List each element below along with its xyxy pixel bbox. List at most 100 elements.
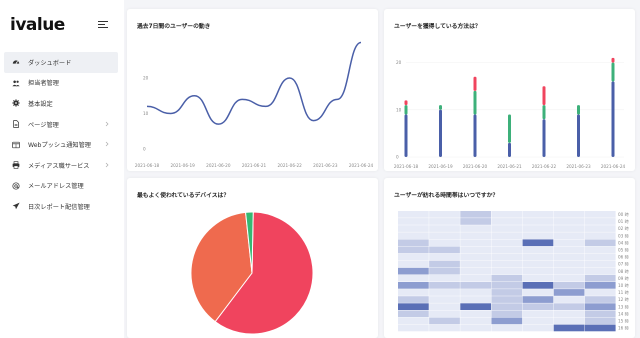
heat-cell [429, 211, 460, 218]
sidebar-item-4[interactable]: Webプッシュ通知管理 [4, 134, 118, 155]
bar-green [404, 105, 408, 115]
heat-cell [522, 324, 554, 332]
heat-cell [429, 246, 460, 254]
send-icon [12, 202, 20, 210]
x-tick-label: 2021-06-19 [428, 164, 453, 169]
heat-cell [429, 310, 460, 318]
heat-cell [553, 274, 585, 282]
heat-cell [522, 211, 554, 218]
sidebar-item-5[interactable]: メディアス職サービス [4, 155, 118, 176]
sidebar-item-0[interactable]: ダッシュボード [4, 52, 118, 73]
hour-label: 14 時 [618, 311, 630, 316]
heat-cell [553, 267, 585, 275]
hour-label: 07 時 [618, 262, 630, 267]
acquisition-card: ユーザーを獲得している方法は？ 0 10 20 2021-06-18 2021-06-1… [384, 9, 635, 171]
hour-label: 16 時 [618, 326, 630, 331]
heat-cell [553, 253, 585, 261]
heat-cell [398, 317, 429, 325]
heat-cell [491, 239, 523, 247]
heat-cell [398, 289, 429, 296]
heat-cell [584, 289, 616, 296]
heat-cell [398, 296, 429, 303]
heat-cell [584, 253, 616, 261]
heat-cell [398, 225, 429, 232]
hour-label: 05 時 [618, 248, 630, 253]
heat-cell [491, 324, 523, 332]
heat-cell [460, 310, 492, 318]
sidebar-item-label: メールアドレス管理 [28, 183, 84, 191]
heat-cell [460, 289, 492, 296]
hour-label: 08 時 [618, 269, 630, 274]
acquisition-chart: 0 10 20 2021-06-18 2021-06-19 2021-06-20 2021-… [394, 57, 625, 169]
sidebar-item-label: メディアス職サービス [28, 162, 90, 170]
heat-cell [429, 296, 460, 303]
x-tick-label: 2021-06-19 [170, 163, 195, 168]
x-tick-label: 2021-06-21 [497, 164, 522, 169]
heat-cell [522, 239, 554, 247]
users-icon [12, 79, 20, 87]
dashboard-gauge-icon [12, 58, 20, 66]
heat-cell [429, 225, 460, 232]
bar-green [542, 105, 546, 120]
heat-cell [553, 239, 585, 247]
brand-logo[interactable]: ivalue [10, 15, 65, 35]
sidebar-item-1[interactable]: 担当者管理 [4, 73, 118, 94]
menu-toggle-icon[interactable] [98, 21, 108, 29]
sidebar-item-label: 基本設定 [28, 100, 53, 108]
heat-cell [491, 246, 523, 254]
heat-cell [398, 218, 429, 225]
heat-cell [460, 260, 492, 268]
sidebar-item-6[interactable]: メールアドレス管理 [4, 176, 118, 197]
heat-cell [429, 239, 460, 247]
heat-cell [491, 289, 523, 296]
heat-cell [584, 211, 616, 218]
heat-cell [460, 218, 492, 225]
bar-red [611, 57, 615, 63]
heat-cell [429, 260, 460, 268]
x-tick-label: 2021-06-23 [313, 163, 338, 168]
gear-icon [12, 99, 20, 108]
heat-cell [584, 225, 616, 232]
heat-cell [522, 260, 554, 268]
sidebar-item-2[interactable]: 基本設定 [4, 93, 118, 114]
heat-cell [460, 246, 492, 254]
x-tick-label: 2021-06-18 [135, 163, 160, 168]
heat-cell [429, 317, 460, 325]
hour-label: 02 時 [618, 226, 630, 231]
heat-cell [522, 225, 554, 232]
chevron-right-icon [104, 141, 110, 147]
chevron-right-icon [104, 121, 110, 127]
heat-cell [553, 289, 585, 296]
heat-cell [491, 317, 523, 325]
y-tick-label: 20 [396, 60, 402, 65]
heat-cell [429, 267, 460, 275]
sidebar-item-label: ダッシュボード [28, 59, 72, 67]
heat-cell [522, 232, 554, 239]
hour-label: 06 時 [618, 255, 630, 260]
heat-cell [522, 267, 554, 275]
heat-cell [491, 296, 523, 303]
bar-green [473, 90, 477, 115]
heat-cell [398, 324, 429, 332]
bar-blue [439, 109, 442, 157]
heat-cell [553, 232, 585, 239]
heat-cell [491, 282, 523, 289]
x-tick-label: 2021-06-22 [277, 163, 302, 168]
sidebar-item-7[interactable]: 日次レポート配信管理 [4, 196, 118, 217]
bar-blue [542, 119, 546, 157]
heat-cell [522, 289, 554, 296]
document-icon [12, 120, 20, 128]
heat-cell [584, 267, 616, 275]
heat-cell [460, 239, 492, 247]
bar-green [611, 62, 615, 82]
heat-cell [429, 324, 460, 332]
heat-cell [429, 303, 460, 310]
heat-cell [398, 246, 429, 254]
hour-label: 00 時 [618, 212, 630, 217]
sidebar-item-3[interactable]: ページ管理 [4, 114, 118, 135]
heat-cell [584, 260, 616, 268]
heat-cell [398, 282, 429, 289]
heat-cell [553, 218, 585, 225]
heat-cell [522, 246, 554, 254]
heat-cell [398, 303, 429, 310]
